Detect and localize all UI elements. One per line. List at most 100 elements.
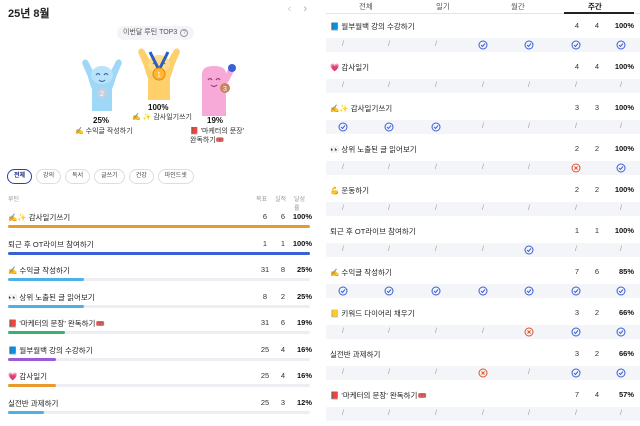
habit-row[interactable]: 👀 상위 노출된 글 읽어보기 2 2 100% / / / / / [326, 139, 640, 183]
day-empty[interactable]: / [382, 325, 396, 339]
day-done-icon[interactable] [569, 38, 583, 52]
day-missed-icon[interactable] [476, 366, 490, 380]
day-empty[interactable]: / [569, 120, 583, 134]
day-empty[interactable]: / [614, 243, 628, 257]
day-empty[interactable]: / [476, 120, 490, 134]
day-empty[interactable]: / [614, 120, 628, 134]
habit-row[interactable]: ✍️✨ 감사일기쓰기 3 3 100% / / / / [326, 98, 640, 142]
habit-row[interactable]: ✍️ 수익글 작성하기 7 6 85% [326, 262, 640, 306]
day-empty[interactable]: / [476, 79, 490, 93]
day-empty[interactable]: / [522, 366, 536, 380]
day-empty[interactable]: / [476, 325, 490, 339]
day-empty[interactable]: / [569, 79, 583, 93]
routine-row[interactable]: 📘 월부월백 강의 수강하기 25 4 16% [8, 342, 312, 368]
habit-row[interactable]: 📒 키워드 다이어리 채우기 3 2 66% / / / / [326, 303, 640, 347]
day-empty[interactable]: / [382, 202, 396, 216]
tab-lecture[interactable]: 강의 [36, 169, 62, 184]
day-empty[interactable]: / [382, 366, 396, 380]
day-done-icon[interactable] [614, 366, 628, 380]
day-empty[interactable]: / [429, 202, 443, 216]
habit-row[interactable]: 💪 운동하기 2 2 100% / / / / / / / [326, 180, 640, 224]
tab-writing[interactable]: 글쓰기 [94, 169, 125, 184]
day-done-icon[interactable] [336, 284, 350, 298]
top3-label[interactable]: 이번달 루틴 TOP3 ? [117, 26, 195, 40]
day-done-icon[interactable] [569, 325, 583, 339]
habit-row[interactable]: 퇴근 후 OT라이브 참여하기 1 1 100% / / / / / / [326, 221, 640, 265]
day-empty[interactable]: / [522, 120, 536, 134]
tab-view-diary[interactable]: 일기 [436, 1, 450, 12]
routine-row[interactable]: ✍️ 수익글 작성하기 31 8 25% [8, 262, 312, 288]
day-empty[interactable]: / [382, 243, 396, 257]
day-empty[interactable]: / [382, 161, 396, 175]
day-empty[interactable]: / [614, 79, 628, 93]
tab-view-weekly[interactable]: 주간 [588, 1, 602, 12]
routine-row[interactable]: 💗 감사일기 25 4 16% [8, 368, 312, 394]
tab-mindset[interactable]: 마인드셋 [157, 169, 194, 184]
day-empty[interactable]: / [336, 407, 350, 421]
day-empty[interactable]: / [382, 38, 396, 52]
day-done-icon[interactable] [614, 161, 628, 175]
day-done-icon[interactable] [522, 38, 536, 52]
day-done-icon[interactable] [569, 284, 583, 298]
day-done-icon[interactable] [614, 38, 628, 52]
day-empty[interactable]: / [522, 79, 536, 93]
tab-all[interactable]: 전체 [7, 169, 33, 184]
day-empty[interactable]: / [429, 407, 443, 421]
next-month-icon[interactable]: › [303, 3, 307, 15]
info-icon[interactable]: ? [180, 29, 189, 37]
day-empty[interactable]: / [614, 407, 628, 421]
day-empty[interactable]: / [429, 325, 443, 339]
day-empty[interactable]: / [569, 407, 583, 421]
routine-row[interactable]: ✍️✨ 감사일기쓰기 6 6 100% [8, 209, 312, 235]
day-empty[interactable]: / [476, 161, 490, 175]
day-done-icon[interactable] [476, 284, 490, 298]
day-empty[interactable]: / [429, 38, 443, 52]
day-done-icon[interactable] [382, 284, 396, 298]
day-empty[interactable]: / [336, 325, 350, 339]
day-done-icon[interactable] [522, 243, 536, 257]
day-empty[interactable]: / [336, 243, 350, 257]
routine-row[interactable]: 퇴근 후 OT라이브 참여하기 1 1 100% [8, 236, 312, 262]
tab-health[interactable]: 건강 [128, 169, 154, 184]
tab-view-monthly[interactable]: 월간 [511, 1, 525, 12]
day-done-icon[interactable] [614, 284, 628, 298]
habit-row[interactable]: 📘 월부월백 강의 수강하기 4 4 100% / / / [326, 16, 640, 60]
day-empty[interactable]: / [429, 243, 443, 257]
day-done-icon[interactable] [614, 325, 628, 339]
day-done-icon[interactable] [382, 120, 396, 134]
day-empty[interactable]: / [429, 79, 443, 93]
day-empty[interactable]: / [569, 243, 583, 257]
day-empty[interactable]: / [522, 407, 536, 421]
day-done-icon[interactable] [336, 120, 350, 134]
habit-row[interactable]: 실전반 과제하기 3 2 66% / / / / [326, 344, 640, 388]
tab-view-all[interactable]: 전체 [359, 1, 373, 12]
day-empty[interactable]: / [382, 407, 396, 421]
day-empty[interactable]: / [336, 161, 350, 175]
day-done-icon[interactable] [476, 38, 490, 52]
routine-row[interactable]: 실전반 과제하기 25 3 12% [8, 395, 312, 421]
day-empty[interactable]: / [476, 202, 490, 216]
day-done-icon[interactable] [522, 284, 536, 298]
day-missed-icon[interactable] [569, 161, 583, 175]
day-empty[interactable]: / [476, 243, 490, 257]
day-empty[interactable]: / [429, 366, 443, 380]
day-empty[interactable]: / [429, 161, 443, 175]
routine-row[interactable]: 👀 상위 노출된 글 읽어보기 8 2 25% [8, 289, 312, 315]
tab-reading[interactable]: 독서 [65, 169, 91, 184]
day-done-icon[interactable] [569, 366, 583, 380]
habit-row[interactable]: 📕 '마케터의 문장' 완독하기🎟️ 7 4 57% / / / / / / / [326, 385, 640, 426]
day-empty[interactable]: / [522, 161, 536, 175]
day-empty[interactable]: / [476, 407, 490, 421]
prev-month-icon[interactable]: ‹ [288, 3, 292, 15]
day-empty[interactable]: / [382, 79, 396, 93]
day-empty[interactable]: / [614, 202, 628, 216]
day-done-icon[interactable] [429, 120, 443, 134]
day-empty[interactable]: / [336, 366, 350, 380]
day-empty[interactable]: / [569, 202, 583, 216]
routine-row[interactable]: 📕 '마케터의 문장' 완독하기🎟️ 31 6 19% [8, 315, 312, 341]
day-done-icon[interactable] [429, 284, 443, 298]
habit-row[interactable]: 💗 감사일기 4 4 100% / / / / / / / [326, 57, 640, 101]
day-empty[interactable]: / [522, 202, 536, 216]
day-empty[interactable]: / [336, 202, 350, 216]
day-empty[interactable]: / [336, 79, 350, 93]
